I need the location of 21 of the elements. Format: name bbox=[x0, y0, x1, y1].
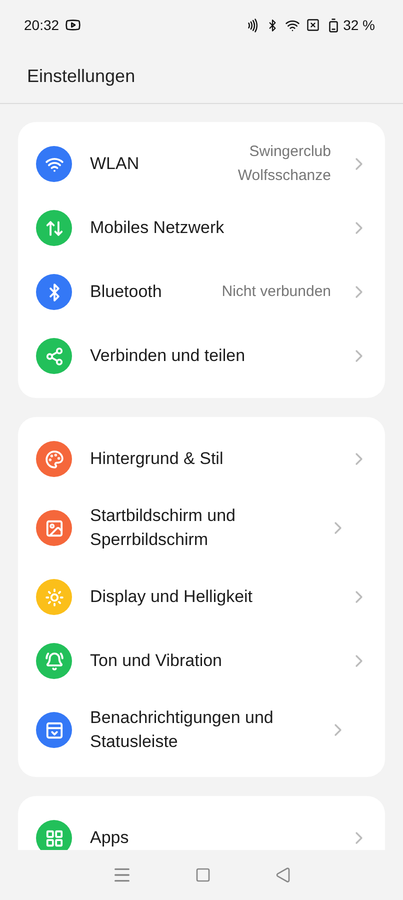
setting-value: Swingerclub Wolfsschanze bbox=[236, 142, 331, 186]
wifi-icon bbox=[285, 18, 300, 32]
setting-label[interactable]: Verbinden und teilen bbox=[90, 344, 331, 368]
setting-label[interactable]: Benachrichtigungen und Statusleiste bbox=[90, 706, 310, 754]
status-time: 20:32 bbox=[24, 17, 60, 33]
nfc-icon bbox=[245, 18, 260, 32]
setting-value: Nicht verbunden bbox=[222, 282, 331, 302]
setting-label[interactable]: Apps bbox=[90, 826, 331, 850]
home-icon[interactable] bbox=[195, 867, 212, 883]
setting-label[interactable]: WLAN bbox=[90, 152, 193, 176]
sim-icon bbox=[306, 18, 320, 32]
video-app-icon bbox=[65, 17, 82, 33]
setting-label[interactable]: Ton und Vibration bbox=[90, 649, 331, 673]
setting-label[interactable]: Startbildschirm und Sperrbildschirm bbox=[90, 504, 310, 552]
battery-percent: 32 % bbox=[343, 17, 375, 33]
setting-label[interactable]: Display und Helligkeit bbox=[90, 585, 331, 609]
page-title: Einstellungen bbox=[27, 66, 136, 87]
setting-label[interactable]: Hintergrund & Stil bbox=[90, 447, 331, 471]
back-icon[interactable] bbox=[275, 867, 292, 883]
setting-label[interactable]: Bluetooth bbox=[90, 280, 204, 304]
setting-label[interactable]: Mobiles Netzwerk bbox=[90, 216, 331, 240]
